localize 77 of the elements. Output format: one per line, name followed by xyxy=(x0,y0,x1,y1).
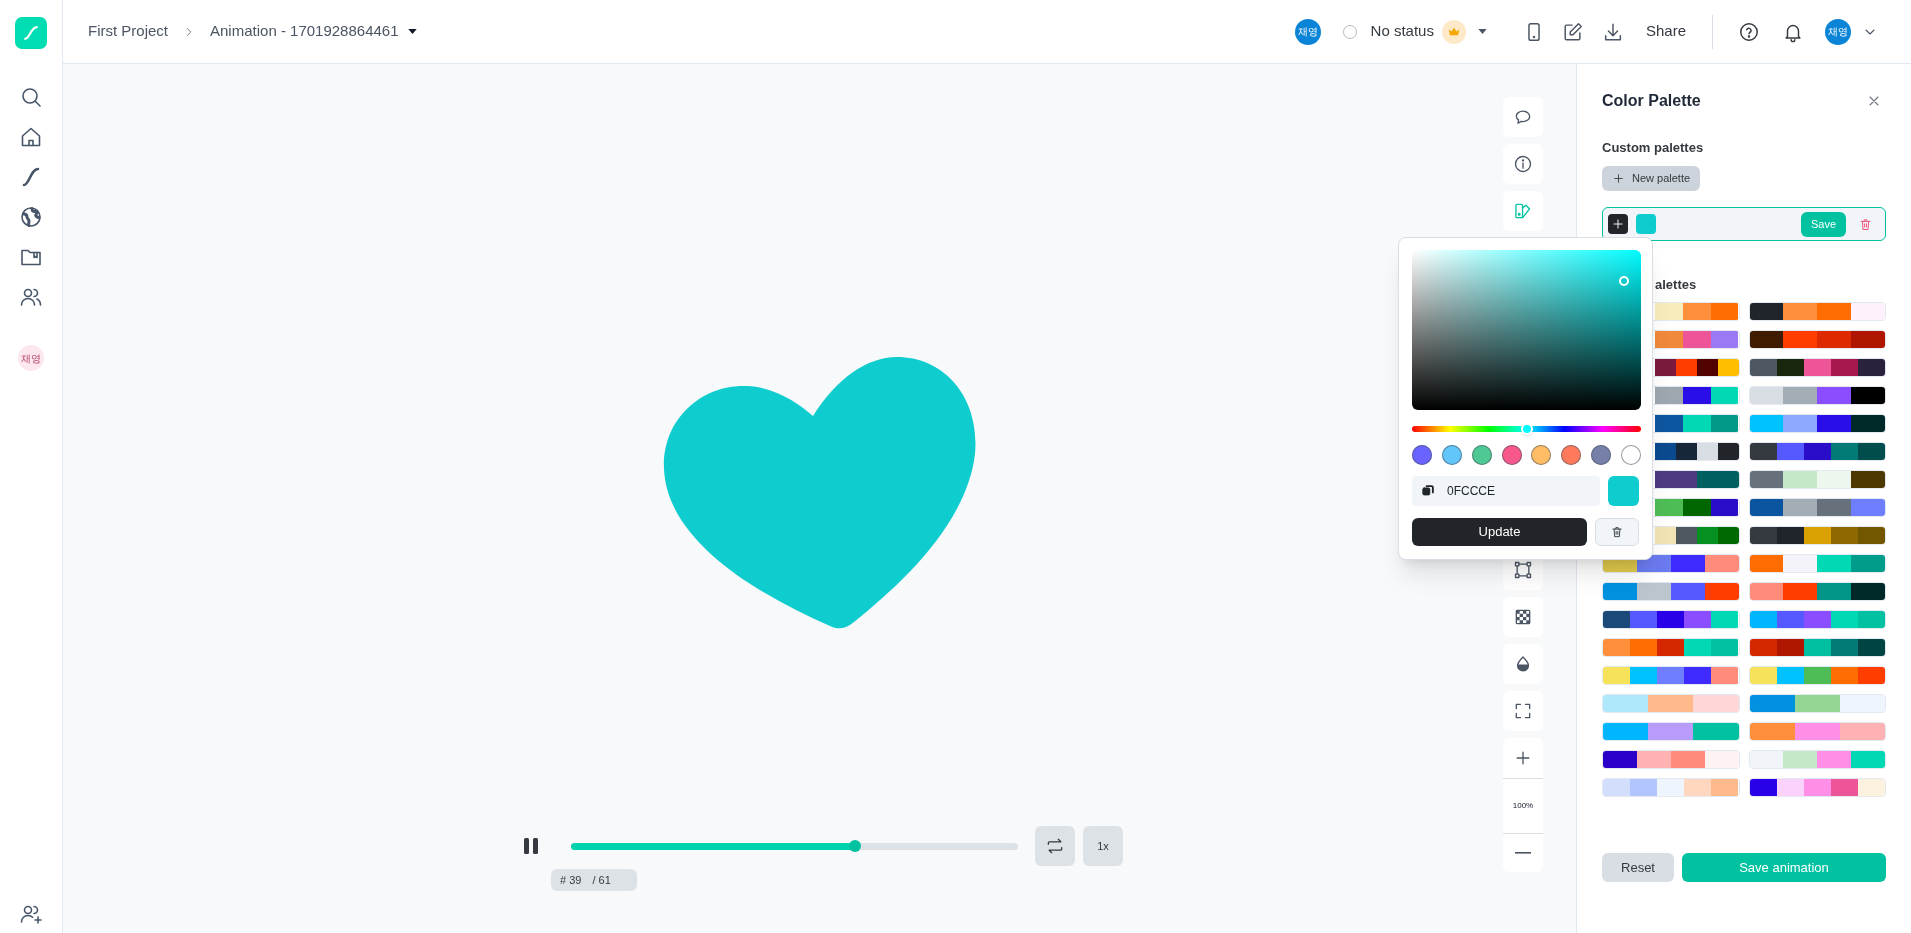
total-frames: / 61 xyxy=(592,871,611,889)
preset-color[interactable] xyxy=(1441,445,1462,465)
checkerboard-icon xyxy=(1513,607,1533,627)
search-icon[interactable] xyxy=(19,85,43,109)
toolbar-button[interactable] xyxy=(1503,597,1543,637)
caret-icon[interactable] xyxy=(407,29,417,34)
preset-color[interactable] xyxy=(1471,445,1492,465)
add-color-button[interactable] xyxy=(1608,214,1628,234)
copy-icon[interactable] xyxy=(1421,483,1436,498)
toolbar-button[interactable] xyxy=(1503,644,1543,684)
update-button[interactable]: Update xyxy=(1412,518,1587,546)
color-handle[interactable] xyxy=(1619,275,1630,286)
timeline-track[interactable] xyxy=(571,842,1018,850)
bounding-box-icon xyxy=(1513,560,1533,580)
timeline-handle[interactable] xyxy=(848,840,861,852)
status-label[interactable]: No status xyxy=(1370,20,1434,43)
hex-field[interactable]: 0FCCCE xyxy=(1412,476,1600,506)
delete-button[interactable] xyxy=(1595,518,1639,546)
zoom-level: 100% xyxy=(1512,800,1534,812)
palette[interactable] xyxy=(1748,414,1886,433)
user-avatar[interactable]: 채영 xyxy=(18,345,44,371)
palette[interactable] xyxy=(1602,750,1740,769)
preset-color[interactable] xyxy=(1531,445,1552,465)
preset-color[interactable] xyxy=(1620,445,1641,465)
globe-icon[interactable] xyxy=(19,205,43,229)
help-icon[interactable] xyxy=(1738,20,1760,43)
palette-icon xyxy=(1513,201,1533,221)
info-icon xyxy=(1513,154,1533,174)
trash-icon xyxy=(1610,525,1624,539)
palette[interactable] xyxy=(1602,610,1740,629)
preset-color[interactable] xyxy=(1412,445,1432,465)
preset-color[interactable] xyxy=(1561,445,1582,465)
palette[interactable] xyxy=(1748,386,1886,405)
loop-button[interactable] xyxy=(1035,826,1075,866)
animation-title[interactable]: Animation - 1701928864461 xyxy=(210,20,399,43)
palette[interactable] xyxy=(1748,330,1886,349)
current-frame[interactable]: # 39 xyxy=(560,871,582,889)
fullscreen-icon xyxy=(1513,701,1533,721)
section-heading: Custom palettes xyxy=(1602,139,1705,157)
palette[interactable] xyxy=(1748,358,1886,377)
crown-badge xyxy=(1441,19,1466,44)
hue-slider[interactable] xyxy=(1412,426,1641,432)
palette[interactable] xyxy=(1748,302,1886,321)
hue-handle[interactable] xyxy=(1520,423,1533,435)
speed-button[interactable]: 1x xyxy=(1083,826,1123,866)
plus-icon xyxy=(1612,172,1625,185)
user-avatar[interactable]: 채영 xyxy=(1294,18,1321,45)
palette[interactable] xyxy=(1748,638,1886,657)
toolbar-button[interactable] xyxy=(1503,97,1543,137)
reset-button[interactable]: Reset xyxy=(1602,853,1674,882)
home-icon[interactable] xyxy=(19,125,43,149)
edit-icon[interactable] xyxy=(1561,20,1584,43)
palette[interactable] xyxy=(1748,526,1886,545)
palette[interactable] xyxy=(1748,442,1886,461)
palette[interactable] xyxy=(1748,498,1886,517)
play-pause-button[interactable] xyxy=(521,836,541,856)
minus-icon xyxy=(1515,852,1531,854)
panel-title: Color Palette xyxy=(1602,91,1701,111)
user-avatar[interactable]: 채영 xyxy=(1825,18,1851,45)
saturation-area[interactable] xyxy=(1412,250,1641,410)
palette[interactable] xyxy=(1748,778,1886,797)
preset-color[interactable] xyxy=(1501,445,1522,465)
new-palette-button[interactable]: New palette xyxy=(1602,166,1701,191)
preset-color[interactable] xyxy=(1591,445,1612,465)
toolbar-button[interactable] xyxy=(1503,144,1543,184)
toolbar-button[interactable] xyxy=(1503,691,1543,731)
breadcrumb-link[interactable]: First Project xyxy=(88,20,168,43)
section-heading: alettes xyxy=(1655,276,1698,294)
color-swatch[interactable] xyxy=(1636,214,1656,234)
status-radio[interactable] xyxy=(1342,24,1357,39)
palette[interactable] xyxy=(1748,582,1886,601)
caret-icon[interactable] xyxy=(1477,29,1487,34)
share-button[interactable]: Share xyxy=(1645,20,1686,43)
loop-icon xyxy=(1045,836,1065,856)
plus-icon xyxy=(1611,217,1625,231)
trash-icon[interactable] xyxy=(1858,216,1873,232)
palette[interactable] xyxy=(1748,470,1886,489)
